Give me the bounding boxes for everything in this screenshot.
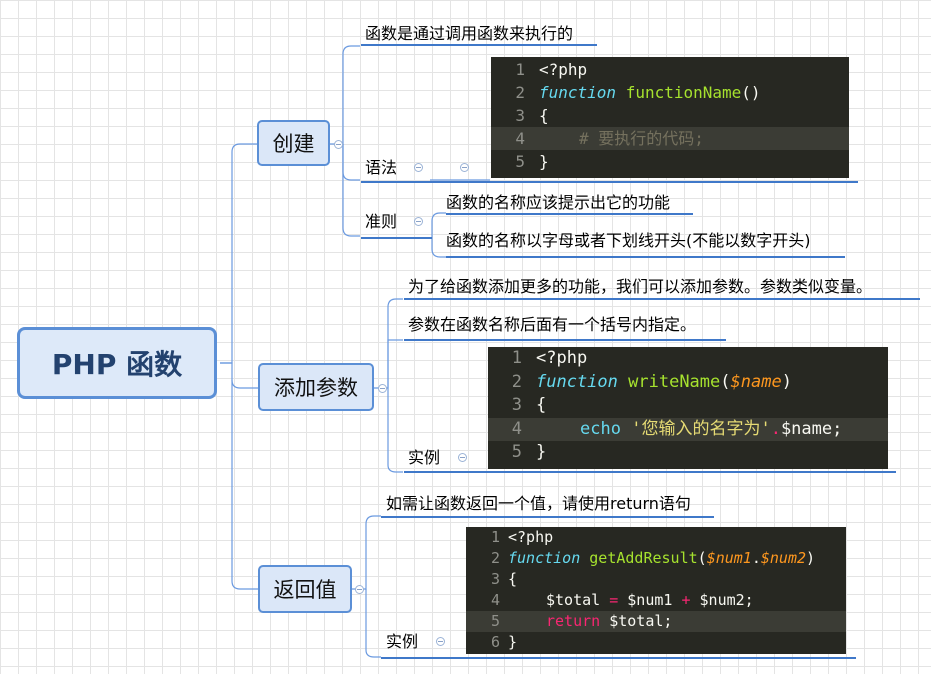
- operator-token: .: [770, 418, 781, 439]
- code-line: <?php: [539, 60, 588, 79]
- code-token: $total: [546, 591, 601, 609]
- code-token: ): [781, 371, 792, 392]
- root-node[interactable]: PHP 函数: [17, 327, 217, 399]
- return-example-label[interactable]: 实例: [386, 632, 418, 652]
- params-example-label[interactable]: 实例: [408, 448, 440, 468]
- keyword-token: function: [539, 83, 617, 102]
- operator-token: =: [609, 591, 619, 609]
- code-token: (): [741, 83, 761, 102]
- code-line: }: [539, 152, 549, 171]
- collapse-icon[interactable]: [414, 217, 423, 226]
- code-line: }: [536, 442, 547, 463]
- line-number: 1: [515, 60, 525, 79]
- branch-create-node[interactable]: 创建: [257, 120, 330, 166]
- create-rules-label[interactable]: 准则: [365, 212, 397, 232]
- code-token: (: [697, 549, 707, 567]
- comment-token: # 要执行的代码;: [579, 129, 704, 148]
- variable-token: $num1: [706, 549, 752, 567]
- keyword-token: return: [546, 612, 601, 630]
- collapse-icon[interactable]: [378, 384, 387, 393]
- line-number: 5: [511, 442, 522, 463]
- collapse-icon[interactable]: [436, 637, 445, 646]
- code-token: $total;: [609, 612, 673, 630]
- code-token: $num1: [627, 591, 673, 609]
- create-intro-text: 函数是通过调用函数来执行的: [365, 24, 574, 43]
- line-number: 2: [490, 549, 500, 567]
- line-number: 3: [490, 570, 500, 588]
- line-number: 4: [515, 129, 525, 148]
- create-syntax-label[interactable]: 语法: [365, 158, 397, 178]
- operator-token: +: [681, 591, 691, 609]
- code-token: .: [751, 549, 761, 567]
- line-number: 4: [511, 418, 522, 439]
- code-token: $num2;: [699, 591, 754, 609]
- collapse-icon[interactable]: [414, 163, 423, 172]
- create-rule-2: 函数的名称以字母或者下划线开头(不能以数字开头): [446, 231, 811, 250]
- collapse-icon[interactable]: [355, 585, 364, 594]
- line-number: 4: [490, 591, 500, 609]
- variable-token: $num2: [760, 549, 807, 567]
- keyword-token: echo: [580, 418, 621, 439]
- create-rule-1: 函数的名称应该提示出它的功能: [446, 193, 671, 212]
- code-line: }: [508, 633, 518, 651]
- root-label: PHP 函数: [51, 348, 183, 381]
- line-number: 2: [515, 83, 525, 102]
- collapse-icon[interactable]: [460, 163, 469, 172]
- code-line: {: [536, 395, 547, 416]
- line-number: 3: [515, 106, 525, 125]
- code-line: <?php: [536, 348, 588, 368]
- variable-token: $name: [730, 371, 782, 392]
- code-token: (: [720, 371, 731, 392]
- string-token: '您输入的名字为': [631, 418, 771, 439]
- keyword-token: function: [508, 549, 581, 567]
- code-line: {: [539, 106, 549, 125]
- line-number: 1: [511, 348, 522, 368]
- code-line: <?php: [508, 528, 554, 546]
- line-number: 3: [511, 395, 522, 416]
- line-number: 1: [490, 528, 500, 546]
- branch-return-node[interactable]: 返回值: [258, 565, 352, 613]
- line-number: 6: [490, 633, 500, 651]
- keyword-token: function: [536, 371, 618, 392]
- return-code-block: 1 <?php 2 function getAddResult($num1.$num…: [466, 527, 846, 654]
- function-name-token: getAddResult: [589, 549, 698, 567]
- collapse-icon[interactable]: [334, 140, 343, 149]
- branch-params-node[interactable]: 添加参数: [258, 363, 374, 411]
- code-line: {: [508, 570, 518, 588]
- params-code-block: 1 <?php 2 function writeName($name) 3 { 4 ec…: [488, 347, 888, 469]
- function-name-token: writeName: [628, 371, 721, 392]
- code-token: ): [806, 549, 816, 567]
- line-number: 2: [511, 371, 522, 392]
- branch-params-label: 添加参数: [274, 376, 358, 400]
- params-desc-1: 为了给函数添加更多的功能，我们可以添加参数。参数类似变量。: [408, 277, 873, 296]
- line-number: 5: [490, 612, 500, 630]
- params-desc-2: 参数在函数名称后面有一个括号内指定。: [408, 315, 697, 334]
- collapse-icon[interactable]: [458, 453, 467, 462]
- create-code-block: 1 <?php 2 function functionName() 3 { 4 # 要执…: [491, 57, 849, 178]
- branch-create-label: 创建: [272, 132, 315, 156]
- function-name-token: functionName: [625, 83, 742, 102]
- code-token: $name;: [780, 418, 843, 439]
- line-number: 5: [515, 152, 525, 171]
- return-desc: 如需让函数返回一个值，请使用return语句: [386, 494, 691, 513]
- branch-return-label: 返回值: [273, 578, 337, 602]
